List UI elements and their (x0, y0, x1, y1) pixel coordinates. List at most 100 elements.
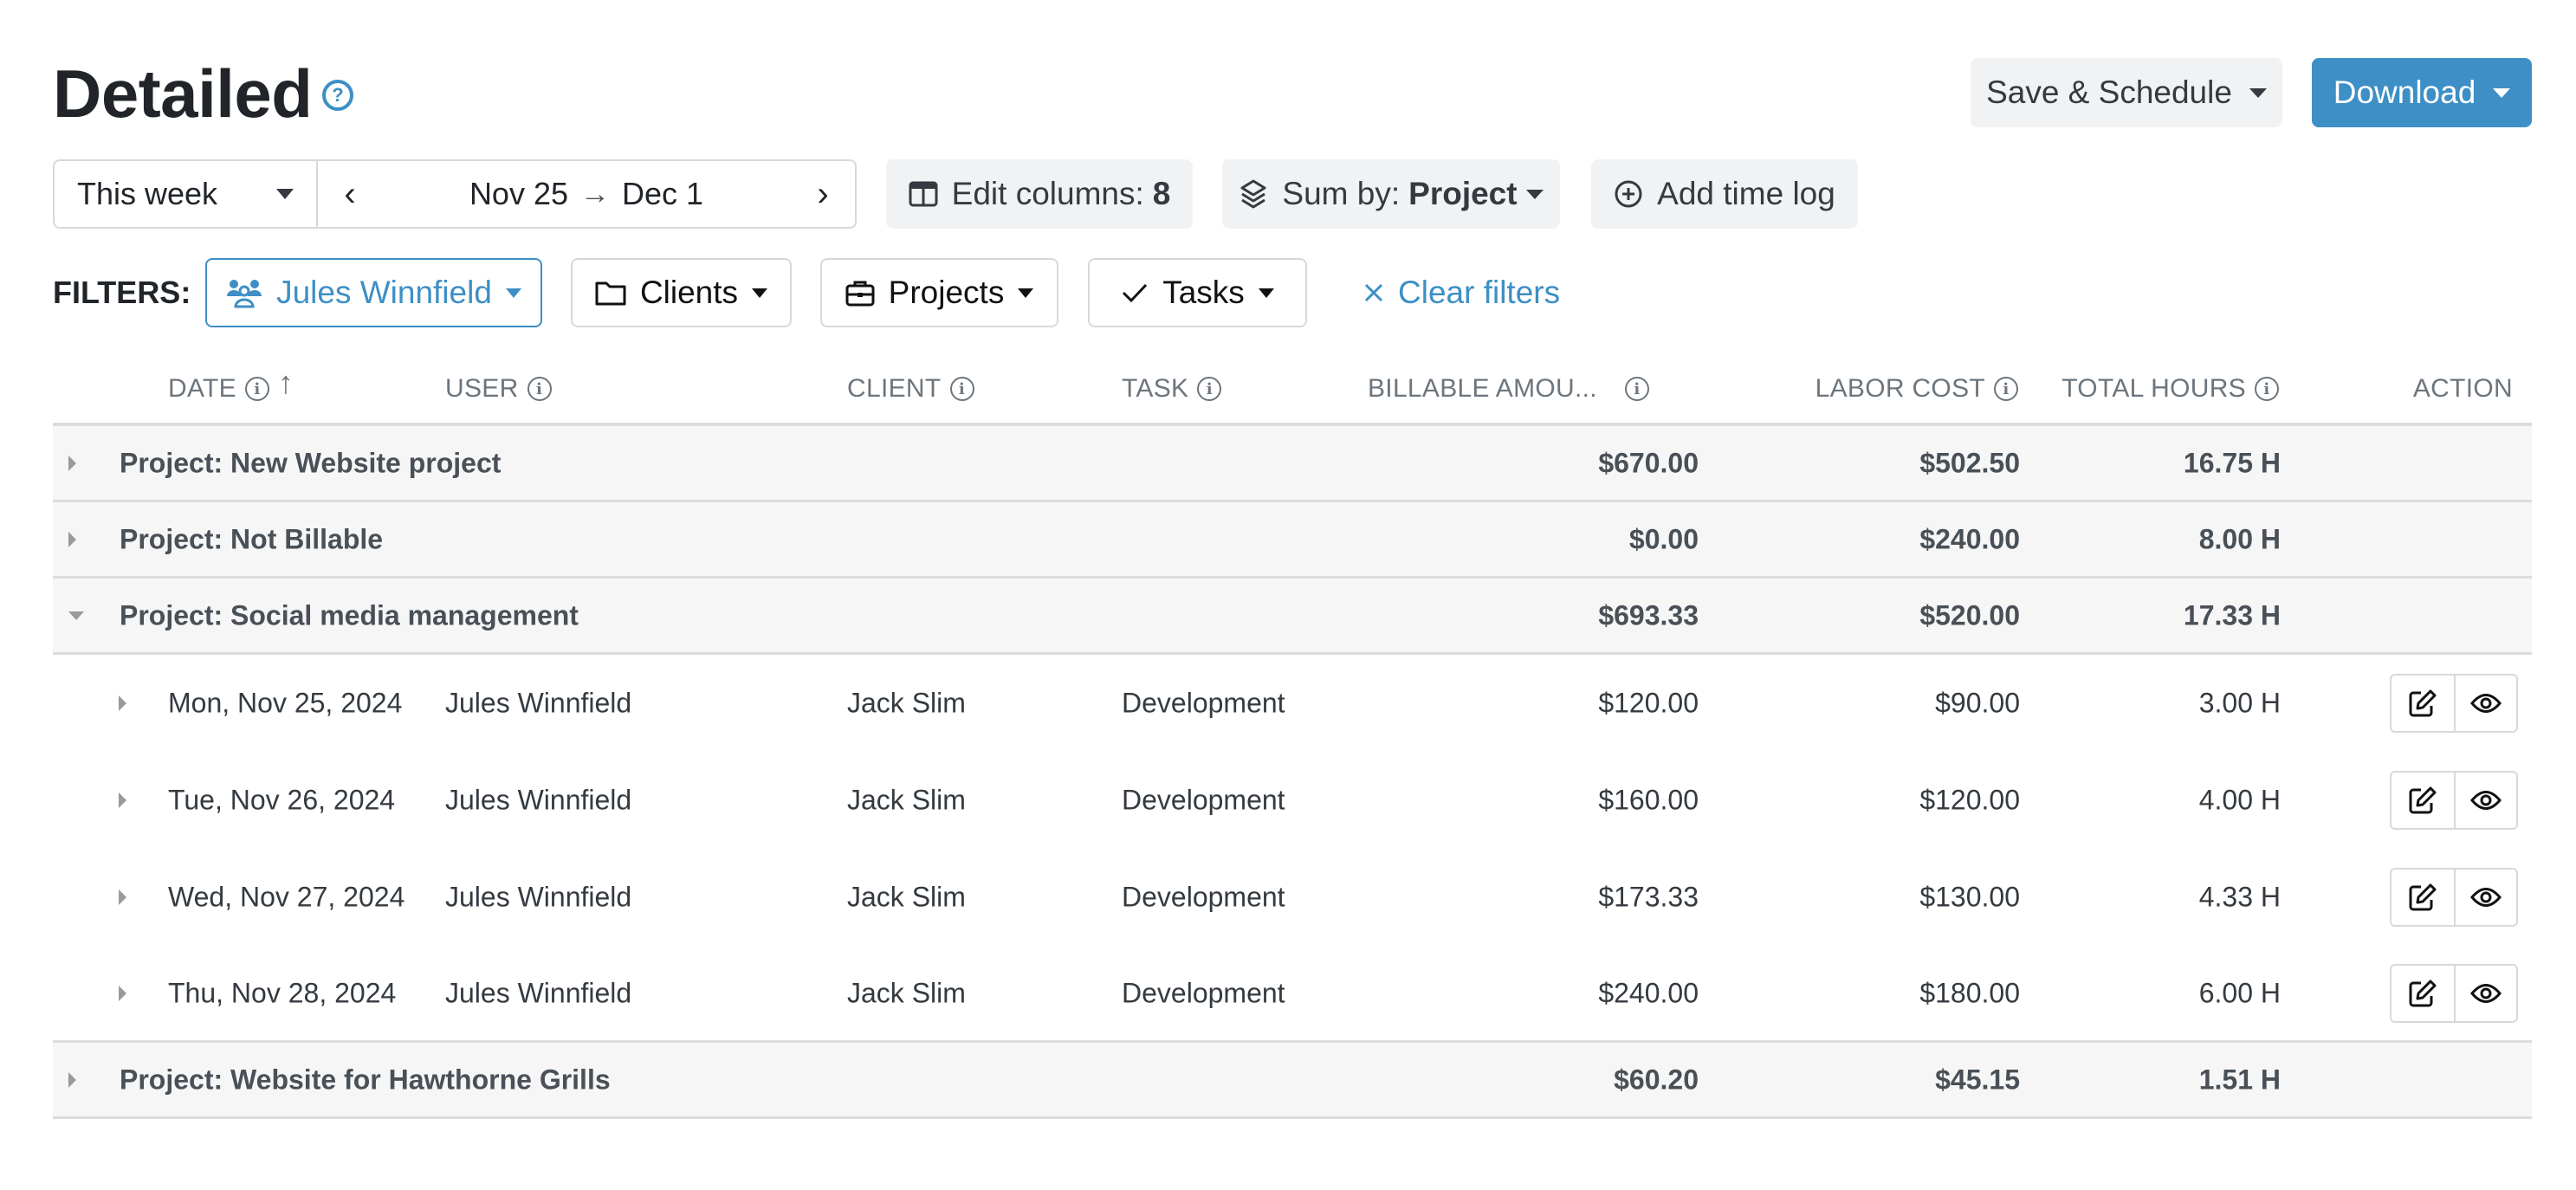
info-icon[interactable]: i (244, 377, 269, 401)
expand-icon[interactable] (119, 695, 126, 711)
chevron-down-icon (752, 288, 768, 298)
edit-button[interactable] (2392, 676, 2454, 731)
collapse-icon[interactable] (68, 611, 84, 620)
date-range-display[interactable]: Nov 25 → Dec 1 (469, 176, 703, 212)
row-hours: 4.00 H (2198, 784, 2281, 816)
date-preset-select[interactable]: This week (55, 161, 318, 227)
view-button[interactable] (2454, 773, 2516, 828)
info-icon[interactable]: i (2255, 377, 2279, 401)
sum-by-value: Project (1408, 176, 1518, 211)
layers-icon (1240, 179, 1266, 209)
tasks-filter[interactable]: Tasks (1088, 258, 1307, 327)
chevron-down-icon (2249, 87, 2267, 98)
column-header-user[interactable]: USER i (445, 374, 552, 404)
group-hours: 16.75 H (2183, 447, 2281, 478)
row-labor: $120.00 (1919, 784, 2020, 816)
table-row: Wed, Nov 27, 2024 Jules Winnfield Jack S… (53, 849, 2532, 946)
filters-label: FILTERS: (53, 275, 191, 310)
row-billable: $120.00 (1598, 687, 1699, 719)
tasks-filter-label: Tasks (1162, 275, 1245, 310)
date-range-picker: This week ‹ Nov 25 → Dec 1 › (53, 159, 857, 229)
group-hours: 8.00 H (2198, 523, 2281, 554)
eye-icon (2470, 888, 2502, 907)
row-actions (2390, 771, 2518, 830)
previous-period-button[interactable]: ‹ (337, 175, 363, 214)
info-icon[interactable]: i (1624, 377, 1649, 401)
projects-filter[interactable]: Projects (820, 258, 1058, 327)
column-label: BILLABLE AMOU... (1368, 374, 1597, 403)
expand-icon[interactable] (119, 985, 126, 1001)
view-button[interactable] (2454, 676, 2516, 731)
clients-filter[interactable]: Clients (571, 258, 792, 327)
user-filter[interactable]: Jules Winnfield (205, 258, 542, 327)
row-date: Mon, Nov 25, 2024 (168, 687, 403, 719)
projects-filter-label: Projects (888, 275, 1005, 310)
info-icon[interactable]: i (949, 377, 974, 401)
chevron-down-icon (2493, 87, 2511, 98)
save-schedule-button[interactable]: Save & Schedule (1971, 58, 2282, 127)
view-button[interactable] (2454, 965, 2516, 1021)
row-client: Jack Slim (847, 977, 966, 1008)
group-label: Project: Not Billable (120, 523, 384, 554)
sum-by-button[interactable]: Sum by: Project (1222, 159, 1560, 229)
group-labor: $520.00 (1919, 599, 2020, 631)
group-labor: $45.15 (1935, 1064, 2020, 1095)
column-header-task[interactable]: TASK i (1122, 374, 1222, 404)
clear-filters-label: Clear filters (1398, 275, 1561, 310)
edit-icon (2409, 980, 2437, 1006)
group-labor: $240.00 (1919, 523, 2020, 554)
row-actions (2390, 868, 2518, 927)
info-icon[interactable]: i (1197, 377, 1222, 401)
expand-icon[interactable] (68, 455, 76, 471)
column-label: CLIENT (847, 374, 942, 403)
view-button[interactable] (2454, 870, 2516, 925)
info-icon[interactable]: i (527, 377, 552, 401)
table-row: Tue, Nov 26, 2024 Jules Winnfield Jack S… (53, 752, 2532, 849)
row-task: Development (1122, 687, 1285, 719)
chevron-down-icon (1525, 189, 1544, 199)
column-label: USER (445, 374, 519, 403)
users-icon (227, 280, 262, 308)
expand-icon[interactable] (68, 1071, 76, 1088)
group-hours: 1.51 H (2198, 1064, 2281, 1095)
column-header-client[interactable]: CLIENT i (847, 374, 974, 404)
clear-filters-link[interactable]: Clear filters (1363, 274, 1560, 312)
group-row[interactable]: Project: Not Billable $0.00 $240.00 8.00… (53, 502, 2532, 579)
group-label: Project: New Website project (120, 447, 502, 478)
sum-by-label: Sum by: (1282, 176, 1401, 211)
row-labor: $90.00 (1935, 687, 2020, 719)
user-filter-value: Jules Winnfield (276, 275, 492, 310)
edit-columns-count: 8 (1152, 176, 1171, 211)
edit-button[interactable] (2392, 870, 2454, 925)
group-hours: 17.33 H (2183, 599, 2281, 631)
sort-ascending-icon[interactable]: ↑ (278, 365, 294, 401)
group-row[interactable]: Project: New Website project $670.00 $50… (53, 426, 2532, 502)
expand-icon[interactable] (68, 531, 76, 547)
add-time-log-button[interactable]: Add time log (1591, 159, 1858, 229)
edit-columns-button[interactable]: Edit columns: 8 (886, 159, 1193, 229)
next-period-button[interactable]: › (810, 175, 836, 214)
expand-icon[interactable] (119, 889, 126, 905)
row-billable: $160.00 (1598, 784, 1699, 816)
expand-icon[interactable] (119, 792, 126, 808)
edit-button[interactable] (2392, 773, 2454, 828)
row-date: Wed, Nov 27, 2024 (168, 881, 405, 913)
download-button[interactable]: Download (2312, 58, 2532, 127)
column-header-billable[interactable]: BILLABLE AMOU... i (1368, 374, 1649, 404)
column-header-labor[interactable]: LABOR COST i (1815, 374, 2018, 404)
column-header-hours[interactable]: TOTAL HOURS i (2061, 374, 2279, 404)
group-row[interactable]: Project: Social media management $693.33… (53, 579, 2532, 655)
column-header-date[interactable]: DATE i ↑ (168, 365, 294, 404)
help-icon[interactable]: ? (322, 80, 353, 111)
row-client: Jack Slim (847, 687, 966, 719)
row-date: Thu, Nov 28, 2024 (168, 977, 397, 1008)
info-icon[interactable]: i (1994, 377, 2018, 401)
column-label: LABOR COST (1815, 374, 1985, 403)
row-user: Jules Winnfield (445, 977, 632, 1008)
edit-button[interactable] (2392, 966, 2454, 1021)
row-user: Jules Winnfield (445, 784, 632, 816)
group-row[interactable]: Project: Website for Hawthorne Grills $6… (53, 1043, 2532, 1119)
row-date: Tue, Nov 26, 2024 (168, 784, 396, 816)
edit-icon (2409, 786, 2437, 814)
row-client: Jack Slim (847, 784, 966, 816)
